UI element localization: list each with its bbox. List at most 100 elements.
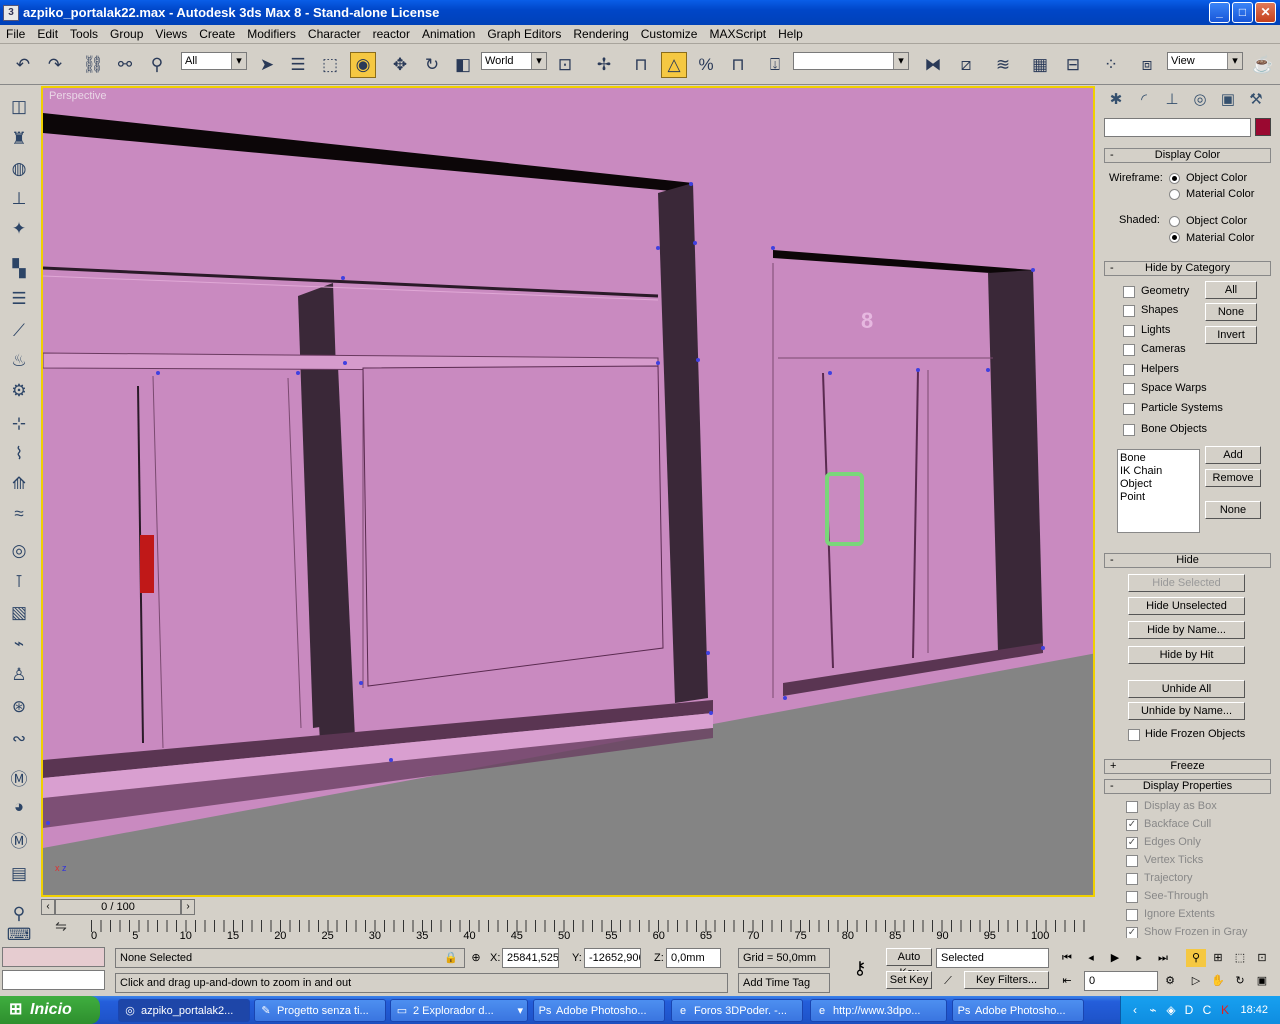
- go-to-start-icon[interactable]: ⏮: [1057, 949, 1077, 967]
- hide-by-name-button[interactable]: Hide by Name...: [1128, 621, 1245, 639]
- default-in-out-tangent-icon[interactable]: ⟋: [938, 972, 958, 990]
- unlink-icon[interactable]: ⚯: [112, 52, 138, 78]
- task-photoshop-1[interactable]: Ps Adobe Photosho...: [533, 999, 665, 1022]
- list-item[interactable]: Bone: [1120, 452, 1197, 465]
- curve-editor-icon[interactable]: ▦: [1027, 52, 1053, 78]
- previous-frame-icon[interactable]: ◂: [1081, 949, 1101, 967]
- schematic-view-icon[interactable]: ⊟: [1060, 52, 1086, 78]
- menu-character[interactable]: Character: [302, 27, 367, 41]
- prev-frame-arrow-icon[interactable]: ‹: [41, 899, 55, 915]
- menu-edit[interactable]: Edit: [31, 27, 64, 41]
- snaps-toggle-icon[interactable]: ⊓: [628, 52, 654, 78]
- key-filters-button[interactable]: Key Filters...: [964, 971, 1049, 989]
- list-item[interactable]: IK Chain Object: [1120, 465, 1197, 491]
- geometry-checkbox[interactable]: [1123, 286, 1135, 298]
- menu-graph-editors[interactable]: Graph Editors: [481, 27, 567, 41]
- category-list[interactable]: Bone IK Chain Object Point: [1117, 449, 1200, 533]
- character-icon[interactable]: ⊺: [6, 569, 32, 595]
- object-color-swatch[interactable]: [1255, 118, 1271, 136]
- menu-reactor[interactable]: reactor: [367, 27, 416, 41]
- menu-tools[interactable]: Tools: [64, 27, 104, 41]
- render-scene-icon[interactable]: ⧈: [1134, 52, 1160, 78]
- percent-snap-icon[interactable]: %: [693, 52, 719, 78]
- pivot-center-icon[interactable]: ⊡: [552, 52, 578, 78]
- set-key-mode-icon[interactable]: ⚷: [845, 959, 875, 977]
- absolute-mode-icon[interactable]: ⊕: [466, 949, 486, 967]
- hide-by-category-rollout[interactable]: - Hide by Category: [1104, 261, 1271, 276]
- current-frame-field[interactable]: 0: [1084, 971, 1158, 991]
- all-button[interactable]: All: [1205, 281, 1257, 299]
- display-property-checkbox[interactable]: [1126, 855, 1138, 867]
- select-scale-icon[interactable]: ◧: [450, 52, 476, 78]
- pan-hand-icon[interactable]: ✋: [1208, 972, 1228, 990]
- notes-icon[interactable]: ▤: [6, 861, 32, 887]
- display-property-checkbox[interactable]: [1126, 873, 1138, 885]
- cameras-checkbox[interactable]: [1123, 344, 1135, 356]
- named-selection-dropdown[interactable]: [793, 52, 909, 70]
- add-button[interactable]: Add: [1205, 446, 1261, 464]
- maximize-button[interactable]: □: [1232, 2, 1253, 23]
- app-icon[interactable]: 3: [3, 4, 19, 21]
- wave-icon[interactable]: ≈: [6, 501, 32, 527]
- menu-rendering[interactable]: Rendering: [567, 27, 634, 41]
- window-crossing-icon[interactable]: ◉: [350, 52, 376, 78]
- menu-views[interactable]: Views: [149, 27, 193, 41]
- patch-grids-icon[interactable]: ⟋: [6, 318, 32, 344]
- hide-unselected-button[interactable]: Hide Unselected: [1128, 597, 1245, 615]
- rope-icon[interactable]: ⌁: [6, 631, 32, 657]
- manipulate-icon[interactable]: ✢: [591, 52, 617, 78]
- key-mode-dropdown[interactable]: Selected: [936, 948, 1049, 968]
- lights-checkbox[interactable]: [1123, 325, 1135, 337]
- wheel-icon[interactable]: ⊛: [6, 694, 32, 720]
- task-explorer[interactable]: ▭ 2 Explorador d... ▾: [390, 999, 528, 1022]
- next-frame-arrow-icon[interactable]: ›: [181, 899, 195, 915]
- time-slider[interactable]: 0 / 100: [55, 899, 181, 915]
- hide-by-hit-button[interactable]: Hide by Hit: [1128, 646, 1245, 664]
- set-key-button[interactable]: Set Key: [886, 971, 932, 989]
- perspective-viewport[interactable]: 8 Perspective x z: [41, 86, 1095, 897]
- compounds-icon[interactable]: ▚: [6, 256, 32, 282]
- hierarchy-tab-icon[interactable]: ⊥: [1158, 90, 1186, 108]
- display-properties-rollout[interactable]: - Display Properties: [1104, 779, 1271, 794]
- display-color-rollout[interactable]: - Display Color: [1104, 148, 1271, 163]
- spinner-snap-icon[interactable]: ⊓: [725, 52, 751, 78]
- freeze-rollout[interactable]: + Freeze: [1104, 759, 1271, 774]
- modify-tab-icon[interactable]: ◜: [1130, 90, 1158, 108]
- hide-rollout[interactable]: - Hide: [1104, 553, 1271, 568]
- bone-objects-checkbox[interactable]: [1123, 424, 1135, 436]
- hide-frozen-checkbox[interactable]: [1128, 729, 1140, 741]
- tray-network-icon[interactable]: ⌁: [1145, 1002, 1161, 1018]
- motion-tab-icon[interactable]: ◎: [1186, 90, 1214, 108]
- particle-systems-checkbox[interactable]: [1123, 403, 1135, 415]
- ik-icon[interactable]: ⊹: [6, 411, 32, 437]
- display-tab-icon[interactable]: ▣: [1214, 90, 1242, 108]
- tray-k-icon[interactable]: K: [1217, 1002, 1233, 1018]
- zoom-icon[interactable]: ⚲: [1186, 949, 1206, 967]
- rectangular-region-icon[interactable]: ⬚: [317, 52, 343, 78]
- redo-icon[interactable]: ↷: [42, 52, 68, 78]
- minimize-button[interactable]: _: [1209, 2, 1230, 23]
- close-button[interactable]: ✕: [1255, 2, 1276, 23]
- spring-icon[interactable]: ∾: [6, 726, 32, 752]
- edit-named-selection-icon[interactable]: ⍗: [762, 52, 788, 78]
- menu-create[interactable]: Create: [193, 27, 241, 41]
- time-configuration-icon[interactable]: ⚙: [1160, 972, 1180, 990]
- material-editor-icon[interactable]: ⁘: [1098, 52, 1124, 78]
- display-property-checkbox[interactable]: [1126, 801, 1138, 813]
- space-warps-checkbox[interactable]: [1123, 383, 1135, 395]
- menu-maxscript[interactable]: MAXScript: [703, 27, 772, 41]
- x-coordinate-field[interactable]: 25841,525: [502, 948, 559, 968]
- start-button[interactable]: Inicio: [0, 996, 100, 1024]
- display-property-checkbox[interactable]: ✓: [1126, 819, 1138, 831]
- select-and-link-icon[interactable]: ⛓: [80, 52, 106, 78]
- display-property-checkbox[interactable]: [1126, 891, 1138, 903]
- sphere-icon[interactable]: ◍: [6, 156, 32, 182]
- menu-customize[interactable]: Customize: [635, 27, 704, 41]
- undo-icon[interactable]: ↶: [10, 52, 36, 78]
- reference-coordinate-dropdown[interactable]: World: [481, 52, 547, 70]
- ragdoll-icon[interactable]: ♙: [6, 662, 32, 688]
- arc-rotate-icon[interactable]: ↻: [1230, 972, 1250, 990]
- menu-help[interactable]: Help: [772, 27, 809, 41]
- helpers-checkbox[interactable]: [1123, 364, 1135, 376]
- task-3dsmax[interactable]: ◎ azpiko_portalak2...: [118, 999, 250, 1022]
